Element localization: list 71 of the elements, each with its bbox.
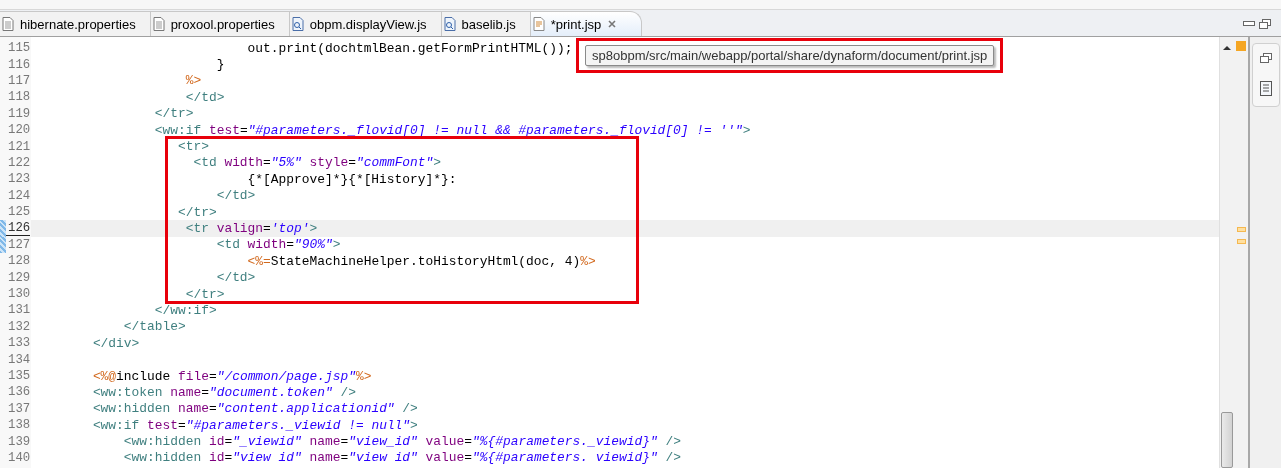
code-line: %> bbox=[184, 73, 202, 89]
line-number: 135 bbox=[7, 369, 31, 383]
code-line: </ww:if> bbox=[153, 302, 217, 318]
editor-tab[interactable]: proxool.properties bbox=[150, 11, 290, 36]
code-line: </tr> bbox=[153, 106, 194, 122]
restore-icon[interactable] bbox=[1259, 52, 1272, 64]
line-number: 122 bbox=[7, 155, 31, 170]
editor-tab[interactable]: *print.jsp bbox=[530, 11, 643, 36]
code-line: <tr> bbox=[176, 139, 209, 155]
document-icon bbox=[152, 17, 165, 31]
line-number: 127 bbox=[7, 237, 31, 252]
script-file-icon bbox=[443, 17, 456, 31]
code-line: <ww:token name="document.token" /> bbox=[91, 384, 356, 400]
line-number: 119 bbox=[7, 106, 31, 121]
code-line: <ww:hidden name="content.applicationid" /> bbox=[91, 401, 418, 417]
code-line: <%@include file="/common/page.jsp"%> bbox=[91, 368, 372, 384]
scrollbar-thumb[interactable] bbox=[1221, 412, 1233, 468]
line-number: 139 bbox=[7, 434, 31, 449]
code-line: <td width="90%"> bbox=[215, 237, 341, 253]
code-line: </tr> bbox=[176, 204, 217, 220]
code-line: </div> bbox=[91, 335, 140, 351]
line-number: 121 bbox=[7, 139, 31, 154]
code-line: <ww:if test="#parameters._flovid[0] != null && #parameters._flovid[0] != ''"> bbox=[153, 122, 751, 138]
restore-icon[interactable] bbox=[1259, 18, 1271, 30]
line-number: 132 bbox=[7, 319, 31, 334]
line-number: 136 bbox=[7, 385, 31, 400]
scroll-up-icon[interactable] bbox=[1223, 45, 1231, 51]
code-line: </td> bbox=[215, 188, 256, 204]
minimize-icon[interactable] bbox=[1243, 21, 1255, 27]
annotation-marker-icon bbox=[1236, 227, 1246, 244]
code-line: </table> bbox=[122, 319, 186, 335]
line-number: 129 bbox=[7, 270, 31, 285]
path-tooltip: sp8obpm/src/main/webapp/portal/share/dynaform/document/print.jsp bbox=[585, 45, 995, 66]
line-number: 133 bbox=[7, 336, 31, 351]
code-line: {*[Approve]*}{*[History]*}: bbox=[246, 171, 457, 187]
line-number: 115 bbox=[7, 41, 31, 56]
line-number: 118 bbox=[7, 90, 31, 105]
line-number: 126 bbox=[6, 221, 31, 236]
script-file-icon bbox=[291, 17, 304, 31]
line-number: 130 bbox=[7, 287, 31, 302]
code-line: </td> bbox=[215, 270, 256, 286]
code-line: <tr valign='top'> bbox=[184, 221, 318, 236]
line-number: 137 bbox=[7, 401, 31, 416]
code-line: <%=StateMachineHelper.toHistoryHtml(doc, 4)%> bbox=[246, 253, 596, 269]
editor-tab[interactable]: hibernate.properties bbox=[0, 11, 151, 36]
close-icon[interactable] bbox=[607, 19, 618, 29]
line-number: 140 bbox=[7, 450, 31, 465]
outline-icon[interactable] bbox=[1259, 81, 1272, 98]
line-number: 123 bbox=[7, 172, 31, 187]
code-line: out.print(dochtmlBean.getFormPrintHTML()); bbox=[246, 40, 573, 56]
code-line: </tr> bbox=[184, 286, 225, 302]
line-number: 134 bbox=[7, 352, 31, 367]
code-line: <ww:hidden id="view id" name="view id" value="%{#parameters. viewid}" /> bbox=[122, 450, 681, 466]
code-line: <ww:hidden id="_viewid" name="view_id" value="%{#parameters._viewid}" /> bbox=[122, 434, 681, 450]
overview-marker-icon bbox=[1236, 41, 1246, 51]
code-line: <td width="5%" style="commFont"> bbox=[192, 155, 442, 171]
code-line: </td> bbox=[184, 89, 225, 105]
page-file-icon bbox=[532, 17, 545, 31]
code-line: } bbox=[215, 57, 225, 73]
line-number: 117 bbox=[7, 73, 31, 88]
document-icon bbox=[2, 17, 14, 31]
editor-tab[interactable]: baselib.js bbox=[441, 11, 531, 36]
line-number: 128 bbox=[7, 254, 31, 269]
line-number: 125 bbox=[7, 205, 31, 220]
line-number: 116 bbox=[7, 57, 31, 72]
editor-tab[interactable]: obpm.displayView.js bbox=[289, 11, 442, 36]
line-number: 124 bbox=[7, 188, 31, 203]
code-line: <ww:if test="#parameters._viewid != null"> bbox=[91, 417, 418, 433]
line-number: 131 bbox=[7, 303, 31, 318]
line-number: 138 bbox=[7, 418, 31, 433]
line-number: 120 bbox=[7, 123, 31, 138]
